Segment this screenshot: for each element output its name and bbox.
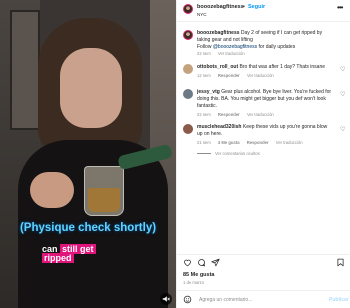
caption-author-avatar[interactable] xyxy=(183,30,193,40)
post-location[interactable]: NYC xyxy=(197,12,207,17)
share-button[interactable] xyxy=(211,258,220,269)
comment-username[interactable]: musclehead320ish xyxy=(197,124,241,130)
author-username[interactable]: booozebagfitness xyxy=(197,4,244,10)
comment-item: musclehead320ish Keep these vids up you'… xyxy=(177,124,350,148)
comment-text: ottobots_roll_out Bro that was after 1 d… xyxy=(197,64,333,71)
comment-input[interactable] xyxy=(199,295,319,305)
comment-reply-link[interactable]: Responder xyxy=(218,112,240,117)
video-door xyxy=(10,10,40,130)
comment-icon xyxy=(198,259,206,267)
caption-username[interactable]: booozebagfitness xyxy=(197,30,240,36)
caption-follow-prefix: Follow xyxy=(197,44,212,50)
post-action-bar xyxy=(177,254,350,268)
comment-body: Bro that was after 1 day? Thats insane xyxy=(239,64,326,70)
post-comment-button[interactable]: Publicar xyxy=(329,297,349,303)
comment-composer: Publicar xyxy=(177,290,350,308)
heart-outline-icon: ♡ xyxy=(340,92,346,98)
post-caption: booozebagfitness Day 2 of seeing if I ca… xyxy=(177,30,350,58)
comment-username[interactable]: ottobots_roll_out xyxy=(197,64,238,70)
more-options-button[interactable]: ••• xyxy=(337,3,343,12)
post-header: booozebagfitness • Seguir NYC ••• xyxy=(177,0,350,22)
follow-button[interactable]: Seguir xyxy=(248,4,265,10)
bookmark-icon xyxy=(337,258,344,267)
mute-button[interactable] xyxy=(160,293,172,305)
comment-username[interactable]: jessy_vtg xyxy=(197,89,220,95)
comment-meta: 22 sem Responder Ver traducción xyxy=(197,112,280,117)
comment-text: jessy_vtg Gear plus alcohol. Bye bye liv… xyxy=(197,89,333,110)
smiley-icon xyxy=(183,295,192,304)
comment-likes-count[interactable]: 3 Me gusta xyxy=(218,140,240,145)
caption-translation-link[interactable]: Ver traducción xyxy=(218,51,245,56)
comment-time: 21 sem xyxy=(197,140,211,145)
video-caption-main: (Physique check shortly) xyxy=(19,222,157,234)
comment-translation-link[interactable]: Ver traducción xyxy=(247,73,274,78)
comment-like-button[interactable]: ♡ xyxy=(340,66,345,73)
comment-like-button[interactable]: ♡ xyxy=(340,91,345,98)
comment-translation-link[interactable]: Ver traducción xyxy=(247,112,274,117)
paper-plane-icon xyxy=(211,258,220,267)
comment-reply-link[interactable]: Responder xyxy=(247,140,269,145)
heart-outline-icon: ♡ xyxy=(340,67,346,73)
comment-time: 22 sem xyxy=(197,112,211,117)
video-caption-line3-highlight: ripped xyxy=(42,253,74,263)
caption-follow-suffix: for daily updates xyxy=(258,44,296,50)
video-person-face xyxy=(60,48,122,128)
like-button[interactable] xyxy=(183,258,192,269)
hidden-comments-link[interactable]: Ver comentarios ocultos xyxy=(197,151,260,156)
comment-avatar[interactable] xyxy=(183,64,193,74)
video-liquor xyxy=(88,188,120,212)
caption-text: booozebagfitness Day 2 of seeing if I ca… xyxy=(197,30,333,51)
comment-time: 12 sem xyxy=(197,73,211,78)
comment-avatar[interactable] xyxy=(183,89,193,99)
author-avatar[interactable] xyxy=(183,4,193,14)
post-sidebar: booozebagfitness • Seguir NYC ••• boooze… xyxy=(176,0,350,308)
caption-handle-link[interactable]: @booozebagfitness xyxy=(213,44,257,50)
video-caption-line3: ripped xyxy=(42,253,74,263)
comment-item: jessy_vtg Gear plus alcohol. Bye bye liv… xyxy=(177,89,350,119)
comment-translation-link[interactable]: Ver traducción xyxy=(276,140,303,145)
comment-button[interactable] xyxy=(197,258,206,269)
heart-outline-icon: ♡ xyxy=(340,127,346,133)
caption-time: 22 sem xyxy=(197,51,211,56)
emoji-button[interactable] xyxy=(183,295,192,306)
video-person-hand xyxy=(30,172,74,208)
instagram-post-view: (Physique check shortly) can still get r… xyxy=(0,0,350,308)
save-button[interactable] xyxy=(336,258,345,269)
post-video[interactable]: (Physique check shortly) can still get r… xyxy=(0,0,176,308)
header-separator: • xyxy=(243,4,245,10)
heart-icon xyxy=(184,259,191,267)
comment-meta: 21 sem 3 Me gusta Responder Ver traducci… xyxy=(197,140,309,145)
post-date: 1 de marzo xyxy=(183,280,204,285)
comment-like-button[interactable]: ♡ xyxy=(340,126,345,133)
hidden-comments-divider xyxy=(197,153,211,155)
caption-meta: 22 sem Ver traducción xyxy=(197,51,251,56)
comment-item: ottobots_roll_out Bro that was after 1 d… xyxy=(177,64,350,82)
more-horizontal-icon: ••• xyxy=(337,3,343,12)
likes-count[interactable]: 85 Me gusta xyxy=(183,272,214,278)
comment-meta: 12 sem Responder Ver traducción xyxy=(197,73,280,78)
comment-reply-link[interactable]: Responder xyxy=(218,73,240,78)
hidden-comments-label: Ver comentarios ocultos xyxy=(215,151,260,156)
comment-avatar[interactable] xyxy=(183,124,193,134)
comment-text: musclehead320ish Keep these vids up you'… xyxy=(197,124,333,138)
speaker-muted-icon xyxy=(162,296,170,302)
